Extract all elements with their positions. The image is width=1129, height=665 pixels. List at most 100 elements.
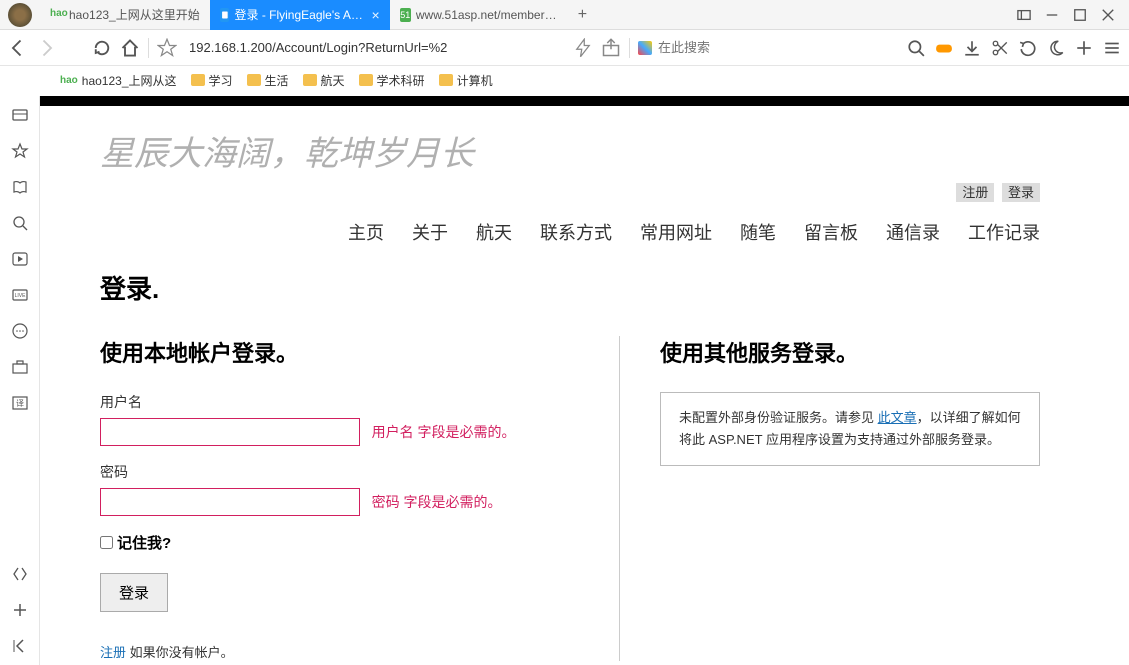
window-close-icon[interactable] — [1101, 8, 1115, 22]
folder-icon — [191, 74, 205, 86]
tab-3[interactable]: 51 www.51asp.net/member/uploadim — [390, 0, 570, 30]
svg-text:LIVE: LIVE — [14, 293, 26, 299]
tab-1[interactable]: hao hao123_上网从这里开始 — [40, 0, 210, 30]
folder-icon — [303, 74, 317, 86]
bookmark-space[interactable]: 航天 — [303, 72, 345, 89]
bookmarks-bar: hao hao123_上网从这 学习 生活 航天 学术科研 计算机 — [0, 66, 1129, 94]
window-minimize-icon[interactable] — [1045, 8, 1059, 22]
new-tab-button[interactable]: + — [570, 6, 595, 24]
bookmark-label: 学习 — [209, 72, 233, 89]
folder-icon — [359, 74, 373, 86]
black-strip — [40, 96, 1129, 106]
live-icon[interactable]: LIVE — [11, 286, 29, 304]
window-controls — [1017, 8, 1129, 22]
moon-icon[interactable] — [1047, 39, 1065, 57]
url-input[interactable] — [185, 40, 565, 55]
bookmark-study[interactable]: 学习 — [191, 72, 233, 89]
remember-checkbox[interactable] — [100, 536, 113, 549]
local-login-heading: 使用本地帐户登录。 — [100, 336, 579, 368]
tab-2-title: 登录 - FlyingEagle's ASP.NET MVC — [234, 6, 365, 23]
username-label: 用户名 — [100, 392, 579, 412]
forward-button[interactable] — [36, 38, 56, 58]
svg-text:译: 译 — [16, 399, 24, 408]
menu-icon[interactable] — [1103, 39, 1121, 57]
bookmark-computer[interactable]: 计算机 — [439, 72, 493, 89]
nav-space[interactable]: 航天 — [476, 219, 512, 245]
search-icon[interactable] — [907, 39, 925, 57]
star-icon[interactable] — [157, 38, 177, 58]
play-icon[interactable] — [11, 250, 29, 268]
remember-label[interactable]: 记住我? — [117, 532, 171, 553]
username-error: 用户名 字段是必需的。 — [372, 424, 516, 440]
tab-2-active[interactable]: 登录 - FlyingEagle's ASP.NET MVC × — [210, 0, 390, 30]
login-heading: 登录. — [100, 269, 1040, 306]
back-button[interactable] — [8, 38, 28, 58]
plus-icon[interactable] — [1075, 39, 1093, 57]
bookmark-label: 学术科研 — [377, 72, 425, 89]
lightning-icon[interactable] — [573, 38, 593, 58]
bookmark-label: hao123_上网从这 — [82, 72, 177, 89]
book-icon[interactable] — [11, 178, 29, 196]
history-arrows-icon[interactable] — [11, 565, 29, 583]
external-info-box: 未配置外部身份验证服务。请参见 此文章，以详细了解如何将此 ASP.NET 应用… — [660, 392, 1040, 466]
profile-avatar[interactable] — [8, 3, 32, 27]
bookmark-life[interactable]: 生活 — [247, 72, 289, 89]
nav-contact[interactable]: 联系方式 — [540, 219, 612, 245]
gamepad-icon[interactable] — [935, 39, 953, 57]
translate-icon[interactable]: 译 — [11, 394, 29, 412]
site-motto: 星辰大海阔，乾坤岁月长 — [100, 126, 1040, 175]
nav-links[interactable]: 常用网址 — [640, 219, 712, 245]
search-input[interactable] — [658, 40, 758, 55]
password-input[interactable] — [100, 488, 360, 516]
bookmark-label: 生活 — [265, 72, 289, 89]
card-icon[interactable] — [11, 106, 29, 124]
share-icon[interactable] — [601, 38, 621, 58]
password-label: 密码 — [100, 462, 579, 482]
top-login-link[interactable]: 登录 — [1002, 183, 1040, 202]
tab-close-icon[interactable]: × — [372, 7, 380, 23]
star-outline-icon[interactable] — [11, 142, 29, 160]
folder-icon — [247, 74, 261, 86]
scissors-icon[interactable] — [991, 39, 1009, 57]
username-input[interactable] — [100, 418, 360, 446]
bookmark-label: 计算机 — [457, 72, 493, 89]
external-login-heading: 使用其他服务登录。 — [660, 336, 1040, 368]
tab-3-title: www.51asp.net/member/uploadim — [416, 8, 560, 22]
add-icon[interactable] — [11, 601, 29, 619]
collapse-icon[interactable] — [11, 637, 29, 655]
external-text-1: 未配置外部身份验证服务。请参见 — [679, 410, 878, 425]
window-maximize-icon[interactable] — [1073, 8, 1087, 22]
bookmark-research[interactable]: 学术科研 — [359, 72, 425, 89]
sidebar-toggle-icon[interactable] — [1017, 8, 1031, 22]
51asp-favicon: 51 — [400, 8, 411, 22]
site-favicon — [220, 8, 230, 22]
bookmark-label: 航天 — [321, 72, 345, 89]
search-engine-icon[interactable] — [638, 41, 652, 55]
nav-worklog[interactable]: 工作记录 — [968, 219, 1040, 245]
register-tail: 如果你没有帐户。 — [130, 645, 234, 660]
address-bar — [0, 30, 1129, 66]
reload-button[interactable] — [92, 38, 112, 58]
register-link[interactable]: 注册 — [100, 645, 126, 660]
nav-addressbook[interactable]: 通信录 — [886, 219, 940, 245]
login-button[interactable]: 登录 — [100, 573, 168, 612]
home-button[interactable] — [120, 38, 140, 58]
chat-icon[interactable] — [11, 322, 29, 340]
nav-guestbook[interactable]: 留言板 — [804, 219, 858, 245]
top-register-link[interactable]: 注册 — [956, 183, 994, 202]
left-sidebar: LIVE 译 — [0, 96, 40, 665]
download-icon[interactable] — [963, 39, 981, 57]
nav-home[interactable]: 主页 — [348, 219, 384, 245]
hao123-icon: hao — [50, 8, 64, 22]
nav-about[interactable]: 关于 — [412, 219, 448, 245]
nav-essays[interactable]: 随笔 — [740, 219, 776, 245]
bookmark-hao123[interactable]: hao hao123_上网从这 — [60, 72, 177, 89]
undo-icon[interactable] — [1019, 39, 1037, 57]
password-error: 密码 字段是必需的。 — [372, 494, 502, 510]
briefcase-icon[interactable] — [11, 358, 29, 376]
browser-tab-bar: hao hao123_上网从这里开始 登录 - FlyingEagle's AS… — [0, 0, 1129, 30]
external-article-link[interactable]: 此文章 — [878, 410, 917, 425]
search-side-icon[interactable] — [11, 214, 29, 232]
page-content: 注册 登录 星辰大海阔，乾坤岁月长 主页 关于 航天 联系方式 常用网址 随笔 … — [40, 96, 1129, 665]
hao123-icon: hao — [60, 75, 78, 86]
